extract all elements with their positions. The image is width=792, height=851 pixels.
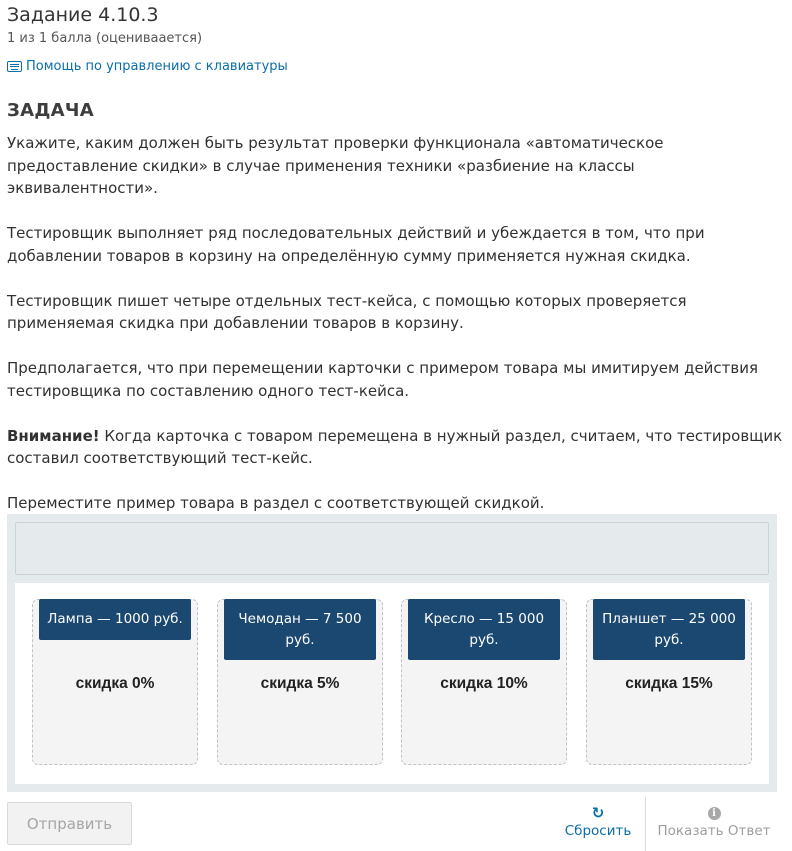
- action-divider: [645, 797, 646, 851]
- drag-and-drop-container: Лампа — 1000 руб. скидка 0% Чемодан — 7 …: [7, 514, 777, 792]
- draggable-item-armchair[interactable]: Кресло — 15 000 руб.: [408, 599, 560, 660]
- drop-zone-0[interactable]: Лампа — 1000 руб. скидка 0%: [32, 599, 198, 765]
- drop-zones-area: Лампа — 1000 руб. скидка 0% Чемодан — 7 …: [15, 583, 769, 784]
- info-icon: i: [707, 807, 721, 820]
- reset-label: Сбросить: [564, 823, 632, 839]
- problem-text: Укажите, каким должен быть результат про…: [7, 132, 787, 537]
- draggable-item-lamp[interactable]: Лампа — 1000 руб.: [39, 599, 191, 640]
- problem-title: Задание 4.10.3: [7, 4, 159, 26]
- zone-label: скидка 5%: [260, 675, 340, 692]
- attention-paragraph: Внимание! Когда карточка с товаром перем…: [7, 425, 787, 470]
- zone-label: скидка 0%: [75, 675, 155, 692]
- submit-button[interactable]: Отправить: [7, 802, 132, 845]
- zone-label: скидка 10%: [440, 675, 528, 692]
- show-answer-button[interactable]: i Показать Ответ: [656, 803, 772, 845]
- problem-paragraph: Тестировщик выполняет ряд последовательн…: [7, 224, 705, 265]
- instruction-paragraph: Переместите пример товара в раздел с соо…: [7, 494, 545, 512]
- draggable-item-tablet[interactable]: Планшет — 25 000 руб.: [593, 599, 745, 660]
- drop-zone-5[interactable]: Чемодан — 7 500 руб. скидка 5%: [217, 599, 383, 765]
- keyboard-icon: [7, 61, 22, 72]
- drop-zone-10[interactable]: Кресло — 15 000 руб. скидка 10%: [401, 599, 567, 765]
- draggable-item-suitcase[interactable]: Чемодан — 7 500 руб.: [224, 599, 376, 660]
- problem-paragraph: Предполагается, что при перемещении карт…: [7, 359, 759, 400]
- item-bank[interactable]: [15, 522, 769, 575]
- keyboard-help-label: Помощь по управлению с клавиатуры: [26, 59, 288, 74]
- zone-label: скидка 15%: [625, 675, 713, 692]
- refresh-icon: ↻: [591, 804, 605, 822]
- problem-score: 1 из 1 балла (оцениваается): [7, 31, 203, 46]
- attention-label: Внимание!: [7, 426, 100, 445]
- problem-paragraph: Тестировщик пишет четыре отдельных тест-…: [7, 291, 687, 333]
- attention-text: Когда карточка с товаром перемещена в ну…: [7, 426, 783, 468]
- problem-paragraph: Укажите, каким должен быть результат про…: [7, 134, 664, 197]
- show-answer-label: Показать Ответ: [657, 823, 771, 839]
- keyboard-help-link[interactable]: Помощь по управлению с клавиатуры: [7, 59, 288, 74]
- reset-button[interactable]: ↻ Сбросить: [558, 803, 638, 845]
- drop-zone-15[interactable]: Планшет — 25 000 руб. скидка 15%: [586, 599, 752, 765]
- task-heading: ЗАДАЧА: [7, 100, 94, 121]
